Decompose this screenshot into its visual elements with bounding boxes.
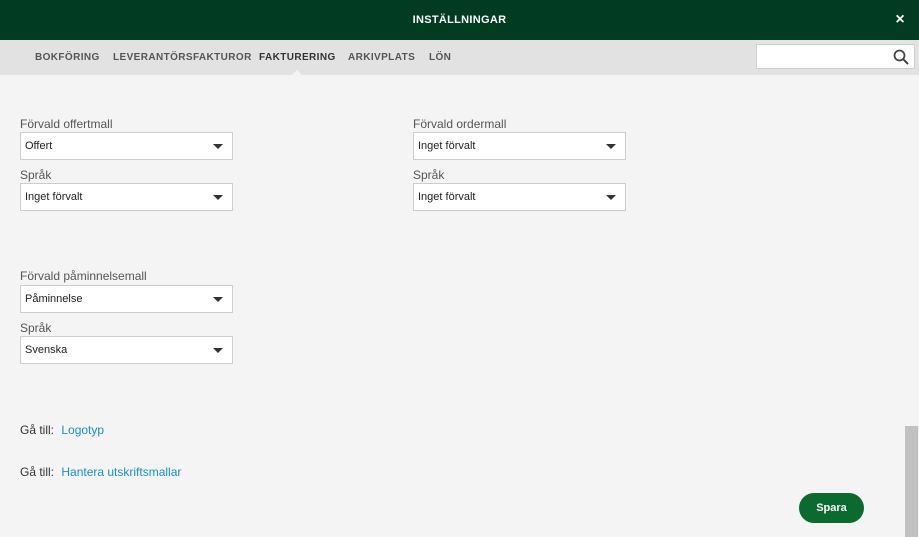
close-icon[interactable]: × xyxy=(893,11,907,29)
search-icon[interactable] xyxy=(893,49,909,65)
order-language-label: Språk xyxy=(413,168,445,182)
offer-template-label: Förvald offertmall xyxy=(20,117,113,131)
chevron-down-icon xyxy=(213,195,223,200)
chevron-down-icon xyxy=(213,348,223,353)
chevron-down-icon xyxy=(213,144,223,149)
offer-language-label: Språk xyxy=(20,168,52,182)
reminder-language-select[interactable]: Svenska xyxy=(20,336,233,364)
reminder-template-label: Förvald påminnelsemall xyxy=(20,269,147,283)
reminder-template-select[interactable]: Påminnelse xyxy=(20,285,233,313)
chevron-down-icon xyxy=(606,144,616,149)
tab-fakturering[interactable]: FAKTURERING xyxy=(259,40,336,77)
offer-template-select[interactable]: Offert xyxy=(20,132,233,160)
offer-language-value: Inget förvalt xyxy=(25,191,83,203)
goto-prefix: Gå till: xyxy=(20,423,55,437)
dialog-title: INSTÄLLNINGAR xyxy=(412,14,507,26)
goto-print-templates-row: Gå till: Hantera utskriftsmallar xyxy=(20,465,181,479)
goto-logo-row: Gå till: Logotyp xyxy=(20,423,104,437)
reminder-language-value: Svenska xyxy=(25,344,68,356)
offer-template-value: Offert xyxy=(25,140,53,152)
settings-header: INSTÄLLNINGAR × xyxy=(0,0,919,40)
offer-language-select[interactable]: Inget förvalt xyxy=(20,183,233,211)
search-input[interactable] xyxy=(757,45,899,68)
save-button[interactable]: Spara xyxy=(799,493,864,523)
order-language-value: Inget förvalt xyxy=(418,191,476,203)
invoicing-settings-panel: Förvald offertmall Offert Språk Inget fö… xyxy=(0,75,904,537)
search-box xyxy=(756,44,915,69)
tab-bokforing[interactable]: BOKFÖRING xyxy=(35,40,100,76)
chevron-down-icon xyxy=(213,297,223,302)
chevron-down-icon xyxy=(606,195,616,200)
settings-tabs: BOKFÖRING LEVERANTÖRSFAKTUROR FAKTURERIN… xyxy=(0,40,919,77)
order-template-select[interactable]: Inget förvalt xyxy=(413,132,626,160)
reminder-template-value: Påminnelse xyxy=(25,293,83,305)
order-language-select[interactable]: Inget förvalt xyxy=(413,183,626,211)
tab-lon[interactable]: LÖN xyxy=(429,40,451,76)
reminder-language-label: Språk xyxy=(20,321,52,335)
logo-link[interactable]: Logotyp xyxy=(61,423,104,437)
order-template-value: Inget förvalt xyxy=(418,140,476,152)
goto-prefix: Gå till: xyxy=(20,465,55,479)
order-template-label: Förvald ordermall xyxy=(413,117,507,131)
scrollbar-thumb[interactable] xyxy=(905,426,918,537)
tab-leverantorsfakturor[interactable]: LEVERANTÖRSFAKTUROR xyxy=(113,40,252,76)
tab-arkivplats[interactable]: ARKIVPLATS xyxy=(348,40,415,76)
print-templates-link[interactable]: Hantera utskriftsmallar xyxy=(61,465,181,479)
